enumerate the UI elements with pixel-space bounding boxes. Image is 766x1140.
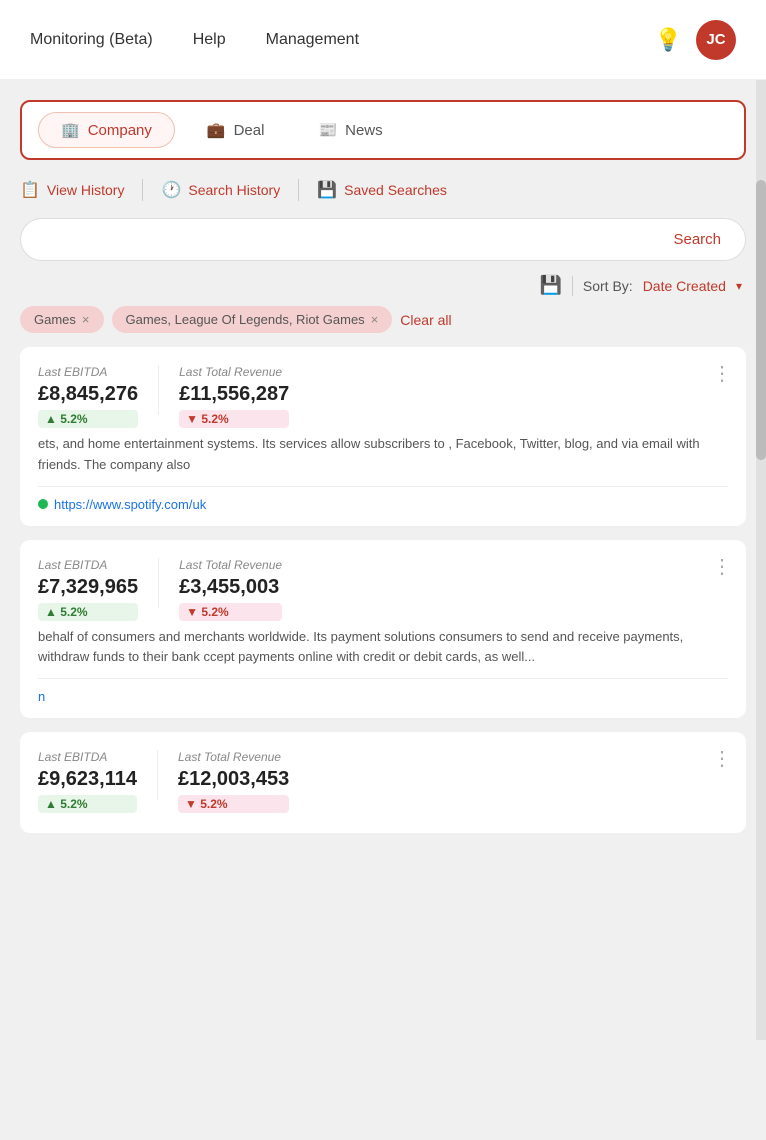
deal-label: Deal <box>234 122 265 139</box>
scroll-track <box>756 80 766 1040</box>
metric-divider-2 <box>158 558 159 608</box>
result-card-2: ⋮ Last EBITDA £7,329,965 ▲ 5.2% Last Tot… <box>20 540 746 719</box>
ebitda-badge-2: ▲ 5.2% <box>38 603 138 621</box>
chevron-down-icon[interactable]: ▾ <box>736 279 742 293</box>
company-icon: 🏢 <box>61 121 80 139</box>
link-url-1: https://www.spotify.com/uk <box>54 497 206 512</box>
metric-divider-1 <box>158 365 159 415</box>
card-divider-2 <box>38 678 728 679</box>
company-label: Company <box>88 122 152 139</box>
revenue-block-1: Last Total Revenue £11,556,287 ▼ 5.2% <box>179 365 289 428</box>
chip-2-remove[interactable]: × <box>371 312 379 327</box>
nav-icons: 💡 JC <box>655 20 736 60</box>
nav-links: Monitoring (Beta) Help Management <box>30 31 655 49</box>
sort-label: Sort By: <box>583 278 633 294</box>
search-history-label: Search History <box>188 182 280 198</box>
ebitda-block-3: Last EBITDA £9,623,114 ▲ 5.2% <box>38 750 137 813</box>
view-history-label: View History <box>47 182 125 198</box>
revenue-block-3: Last Total Revenue £12,003,453 ▼ 5.2% <box>178 750 289 813</box>
revenue-value-3: £12,003,453 <box>178 768 289 791</box>
sort-divider <box>572 276 573 296</box>
view-history-icon: 📋 <box>20 180 40 200</box>
card-link-1[interactable]: https://www.spotify.com/uk <box>38 497 728 512</box>
ebitda-label-3: Last EBITDA <box>38 750 137 764</box>
card-description-2: behalf of consumers and merchants worldw… <box>38 627 728 669</box>
search-type-deal[interactable]: 💼 Deal <box>185 112 287 148</box>
result-card-1: ⋮ Last EBITDA £8,845,276 ▲ 5.2% Last Tot… <box>20 347 746 526</box>
revenue-label-1: Last Total Revenue <box>179 365 289 379</box>
filter-chip-2: Games, League Of Legends, Riot Games × <box>112 306 393 333</box>
divider-2 <box>298 179 299 201</box>
search-input[interactable] <box>20 218 649 261</box>
filter-chip-1: Games × <box>20 306 104 333</box>
result-card-3: ⋮ Last EBITDA £9,623,114 ▲ 5.2% Last Tot… <box>20 732 746 833</box>
lightbulb-icon[interactable]: 💡 <box>655 27 682 53</box>
metrics-row-1: Last EBITDA £8,845,276 ▲ 5.2% Last Total… <box>38 365 728 428</box>
nav-help[interactable]: Help <box>193 31 226 49</box>
search-button[interactable]: Search <box>649 218 746 261</box>
spotify-dot <box>38 499 48 509</box>
revenue-badge-1: ▼ 5.2% <box>179 410 289 428</box>
saved-searches-icon: 💾 <box>317 180 337 200</box>
saved-searches-item[interactable]: 💾 Saved Searches <box>317 176 447 204</box>
revenue-value-2: £3,455,003 <box>179 576 282 599</box>
search-type-news[interactable]: 📰 News <box>296 112 404 148</box>
search-type-selector: 🏢 Company 💼 Deal 📰 News <box>20 100 746 160</box>
divider-1 <box>142 179 143 201</box>
card-link-2[interactable]: n <box>38 689 728 704</box>
ebitda-value-3: £9,623,114 <box>38 768 137 791</box>
nav-management[interactable]: Management <box>266 31 359 49</box>
ebitda-label-1: Last EBITDA <box>38 365 138 379</box>
search-type-company[interactable]: 🏢 Company <box>38 112 175 148</box>
saved-searches-label: Saved Searches <box>344 182 447 198</box>
news-label: News <box>345 122 383 139</box>
metric-divider-3 <box>157 750 158 800</box>
scroll-thumb[interactable] <box>756 180 766 460</box>
search-history-item[interactable]: 🕐 Search History <box>161 176 280 204</box>
revenue-badge-3: ▼ 5.2% <box>178 795 289 813</box>
news-icon: 📰 <box>318 121 337 139</box>
card-divider-1 <box>38 486 728 487</box>
revenue-label-2: Last Total Revenue <box>179 558 282 572</box>
history-row: 📋 View History 🕐 Search History 💾 Saved … <box>20 176 746 204</box>
metrics-row-3: Last EBITDA £9,623,114 ▲ 5.2% Last Total… <box>38 750 728 813</box>
sort-row: 💾 Sort By: Date Created ▾ <box>20 275 746 296</box>
metrics-row-2: Last EBITDA £7,329,965 ▲ 5.2% Last Total… <box>38 558 728 621</box>
main-content: 🏢 Company 💼 Deal 📰 News 📋 View History 🕐… <box>0 80 766 833</box>
save-search-icon[interactable]: 💾 <box>539 275 561 296</box>
more-options-3[interactable]: ⋮ <box>712 746 732 771</box>
ebitda-badge-1: ▲ 5.2% <box>38 410 138 428</box>
search-history-icon: 🕐 <box>161 180 181 200</box>
filter-chips-row: Games × Games, League Of Legends, Riot G… <box>20 306 746 333</box>
more-options-2[interactable]: ⋮ <box>712 554 732 579</box>
view-history-item[interactable]: 📋 View History <box>20 176 124 204</box>
ebitda-label-2: Last EBITDA <box>38 558 138 572</box>
search-bar-row: Search <box>20 218 746 261</box>
chip-1-label: Games <box>34 312 76 327</box>
deal-icon: 💼 <box>207 121 226 139</box>
more-options-1[interactable]: ⋮ <box>712 361 732 386</box>
chip-2-label: Games, League Of Legends, Riot Games <box>126 312 365 327</box>
ebitda-block-2: Last EBITDA £7,329,965 ▲ 5.2% <box>38 558 138 621</box>
revenue-block-2: Last Total Revenue £3,455,003 ▼ 5.2% <box>179 558 282 621</box>
revenue-value-1: £11,556,287 <box>179 383 289 406</box>
chip-1-remove[interactable]: × <box>82 312 90 327</box>
ebitda-block-1: Last EBITDA £8,845,276 ▲ 5.2% <box>38 365 138 428</box>
top-nav: Monitoring (Beta) Help Management 💡 JC <box>0 0 766 80</box>
revenue-label-3: Last Total Revenue <box>178 750 289 764</box>
revenue-badge-2: ▼ 5.2% <box>179 603 282 621</box>
card-description-1: ets, and home entertainment systems. Its… <box>38 434 728 476</box>
link-url-2: n <box>38 689 45 704</box>
ebitda-value-1: £8,845,276 <box>38 383 138 406</box>
ebitda-badge-3: ▲ 5.2% <box>38 795 137 813</box>
clear-all-button[interactable]: Clear all <box>400 312 451 328</box>
avatar[interactable]: JC <box>696 20 736 60</box>
nav-monitoring[interactable]: Monitoring (Beta) <box>30 31 153 49</box>
sort-value[interactable]: Date Created <box>643 278 726 294</box>
ebitda-value-2: £7,329,965 <box>38 576 138 599</box>
